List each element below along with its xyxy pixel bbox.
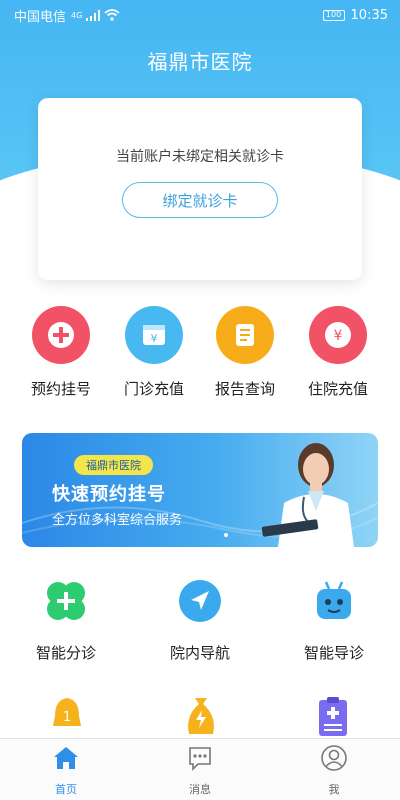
report-query-button[interactable]: 报告查询: [200, 306, 290, 399]
smart-guide-label: 智能导诊: [303, 644, 364, 662]
tab-home-label: 首页: [55, 783, 77, 796]
battery-icon: 100: [322, 9, 345, 21]
clipboard-plus-icon: [319, 697, 347, 736]
inpatient-recharge-button[interactable]: ¥ 住院充值: [293, 306, 383, 399]
network-type: 4G: [71, 10, 83, 20]
tab-messages-label: 消息: [189, 783, 211, 796]
tab-home[interactable]: 首页: [26, 743, 106, 797]
reminder-button[interactable]: 1: [42, 694, 92, 738]
page-title: 福鼎市医院: [147, 50, 253, 74]
smart-guide-button[interactable]: 智能导诊: [284, 576, 384, 663]
document-icon: [216, 306, 274, 364]
clover-plus-icon: [41, 576, 91, 626]
indoor-navigation-button[interactable]: 院内导航: [150, 576, 250, 663]
quick-actions: 预约挂号 ¥ 门诊充值 报告查询 ¥ 住院充值: [0, 306, 400, 416]
banner-title: 快速预约挂号: [52, 484, 166, 505]
tab-me[interactable]: 我: [294, 743, 374, 797]
home-icon: [51, 743, 81, 773]
banner-subtitle: 全方位多科室综合服务: [52, 513, 183, 528]
tab-messages[interactable]: 消息: [160, 743, 240, 797]
medical-record-button[interactable]: [308, 694, 358, 738]
svg-text:¥: ¥: [151, 332, 158, 345]
medical-card-panel: 当前账户未绑定相关就诊卡 绑定就诊卡: [38, 98, 362, 280]
report-query-label: 报告查询: [214, 380, 275, 398]
status-bar: 中国电信 4G 100 10:35: [0, 0, 400, 30]
carrier-name: 中国电信: [14, 9, 67, 25]
plus-icon: [32, 306, 90, 364]
outpatient-recharge-button[interactable]: ¥ 门诊充值: [109, 306, 199, 399]
appointment-button[interactable]: 预约挂号: [16, 306, 106, 399]
user-icon: [319, 743, 349, 773]
svg-text:¥: ¥: [334, 328, 343, 344]
payment-button[interactable]: [176, 694, 226, 738]
signal-icon: [86, 9, 101, 21]
smart-services: 智能分诊 院内导航 智能导诊: [0, 576, 400, 676]
banner-hospital-tag: 福鼎市医院: [74, 455, 153, 475]
appointment-label: 预约挂号: [30, 380, 91, 398]
smart-triage-button[interactable]: 智能分诊: [16, 576, 116, 663]
yuan-card-icon: ¥: [125, 306, 183, 364]
svg-text:1: 1: [63, 710, 71, 725]
more-services: 1: [0, 694, 400, 738]
bell-icon: 1: [53, 698, 81, 726]
unbound-card-message: 当前账户未绑定相关就诊卡: [116, 149, 284, 165]
wifi-icon: [104, 9, 120, 21]
outpatient-recharge-label: 门诊充值: [123, 380, 184, 398]
tab-me-label: 我: [328, 783, 340, 796]
navigation-arrow-icon: [175, 576, 225, 626]
banner-page-indicator: [224, 533, 228, 537]
bind-card-button[interactable]: 绑定就诊卡: [122, 182, 278, 218]
inpatient-recharge-label: 住院充值: [307, 380, 368, 398]
smart-triage-label: 智能分诊: [35, 644, 96, 662]
yuan-coin-icon: ¥: [309, 306, 367, 364]
message-icon: [185, 743, 215, 773]
bottom-tab-bar: 首页 消息 我: [0, 738, 400, 800]
robot-icon: [309, 576, 359, 626]
clock: 10:35: [350, 7, 388, 23]
appointment-banner[interactable]: 福鼎市医院 快速预约挂号 全方位多科室综合服务: [22, 433, 378, 547]
indoor-navigation-label: 院内导航: [169, 644, 230, 662]
money-bag-icon: [188, 698, 214, 734]
doctor-illustration: [261, 443, 354, 547]
